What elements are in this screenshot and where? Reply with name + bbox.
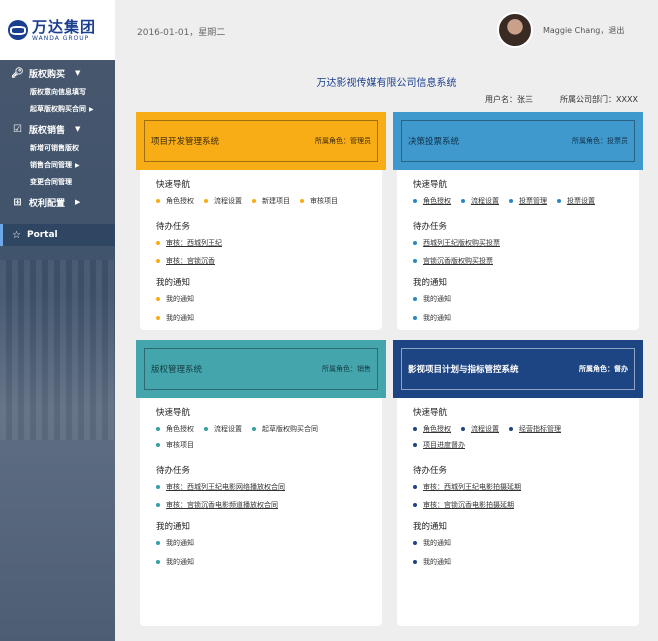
notice-item[interactable]: 我的通知: [413, 313, 625, 323]
logo[interactable]: 万达集团 WANDA GROUP: [0, 0, 115, 60]
notice-item[interactable]: 我的通知: [156, 538, 368, 548]
nav-link[interactable]: 角色授权: [413, 196, 451, 206]
system-card-project-dev: 项目开发管理系统 所属角色：管理员 快速导航 角色授权 流程设置 新建项目 审核…: [136, 112, 386, 330]
nav-link[interactable]: 流程设置: [204, 196, 242, 206]
notice-item[interactable]: 我的通知: [156, 294, 368, 304]
nav-link[interactable]: 投票设置: [557, 196, 595, 206]
card-title: 决策投票系统: [408, 137, 460, 147]
nav-link[interactable]: 审核项目: [300, 196, 338, 206]
todo-item[interactable]: 西城列王纪版权购买投票: [413, 238, 625, 248]
nav-link[interactable]: 起草版权购买合同: [252, 424, 318, 434]
quick-nav-title: 快速导航: [156, 408, 191, 418]
todo-item[interactable]: 审核：西城列王纪电影拍摄延期: [413, 482, 625, 492]
card-role: 所属角色：投票员: [572, 137, 628, 145]
chevron-right-icon: ▶: [75, 162, 80, 169]
sidebar-item-change-contracts[interactable]: 变更合同管理: [0, 174, 115, 191]
todo-title: 待办任务: [413, 466, 448, 476]
todo-item[interactable]: 审核：西城列王纪电影网络播放权合同: [156, 482, 368, 492]
nav-link[interactable]: 项目进度督办: [413, 440, 465, 450]
department-label: 所属公司部门：XXXX: [560, 95, 638, 104]
quick-nav-title: 快速导航: [413, 180, 448, 190]
card-role: 所属角色：管理员: [315, 137, 371, 145]
notice-title: 我的通知: [413, 278, 448, 288]
notice-item[interactable]: 我的通知: [413, 557, 625, 567]
todo-item[interactable]: 宫锁沉香版权购买投票: [413, 256, 625, 266]
key-icon: 🔑︎: [11, 67, 24, 79]
sidebar-item-add-saleable[interactable]: 新增可销售版权: [0, 140, 115, 157]
todo-item[interactable]: 审核：西城列王纪: [156, 238, 368, 248]
chevron-right-icon: ▶: [75, 198, 81, 206]
notice-item[interactable]: 我的通知: [413, 294, 625, 304]
sidebar-group-copyright-sales[interactable]: ☑ 版权销售 ▼: [0, 118, 115, 140]
card-header[interactable]: 版权管理系统 所属角色：销售: [136, 340, 386, 398]
card-role: 所属角色：销售: [322, 365, 371, 373]
card-title: 项目开发管理系统: [151, 137, 220, 147]
nav-link[interactable]: 投票管理: [509, 196, 547, 206]
chevron-right-icon: ▶: [89, 106, 94, 113]
sidebar: 🔑︎ 版权购买 ▼ 版权意向信息填写 起草版权购买合同 ▶ ☑ 版权销售 ▼ 新增…: [0, 60, 115, 641]
star-icon: ☆: [12, 229, 21, 241]
notice-title: 我的通知: [156, 522, 191, 532]
sidebar-item-draft-purchase-contract[interactable]: 起草版权购买合同 ▶: [0, 101, 115, 118]
nav-link[interactable]: 经营指标管理: [509, 424, 561, 434]
notice-item[interactable]: 我的通知: [156, 557, 368, 567]
card-header[interactable]: 项目开发管理系统 所属角色：管理员: [136, 112, 386, 170]
card-title: 版权管理系统: [151, 365, 203, 375]
current-date: 2016-01-01，星期二: [137, 28, 226, 38]
quick-nav-title: 快速导航: [156, 180, 191, 190]
chevron-down-icon: ▼: [75, 69, 81, 77]
username-label: 用户名：张三: [485, 95, 533, 104]
sidebar-group-copyright-purchase[interactable]: 🔑︎ 版权购买 ▼: [0, 62, 115, 84]
system-card-copyright: 版权管理系统 所属角色：销售 快速导航 角色授权 流程设置 起草版权购买合同 审…: [136, 340, 386, 626]
checkbox-icon: ☑: [13, 123, 22, 135]
grid-icon: ⊞: [13, 196, 22, 208]
nav-link[interactable]: 流程设置: [204, 424, 242, 434]
todo-item[interactable]: 审核：宫锁沉香: [156, 256, 368, 266]
system-card-film-planning: 影视项目计划与指标管控系统 所属角色：督办 快速导航 角色授权 流程设置 经营指…: [393, 340, 643, 626]
todo-title: 待办任务: [156, 222, 191, 232]
card-header[interactable]: 决策投票系统 所属角色：投票员: [393, 112, 643, 170]
todo-title: 待办任务: [156, 466, 191, 476]
notice-title: 我的通知: [413, 522, 448, 532]
page-title: 万达影视传媒有限公司信息系统: [316, 78, 457, 89]
main-content: 万达影视传媒有限公司信息系统 用户名：张三 所属公司部门：XXXX 项目开发管理…: [115, 60, 658, 641]
todo-item[interactable]: 审核：宫锁沉香电影频道播放权合同: [156, 500, 368, 510]
sidebar-item-intent-info[interactable]: 版权意向信息填写: [0, 84, 115, 101]
notice-item[interactable]: 我的通知: [413, 538, 625, 548]
user-logout-link[interactable]: Maggie Chang，退出: [543, 25, 624, 36]
card-role: 所属角色：督办: [579, 365, 628, 373]
nav-link[interactable]: 流程设置: [461, 424, 499, 434]
nav-link[interactable]: 角色授权: [156, 424, 194, 434]
wanda-logo-icon: [8, 20, 28, 40]
nav-link[interactable]: 审核项目: [156, 440, 194, 450]
notice-item[interactable]: 我的通知: [156, 313, 368, 323]
avatar[interactable]: [497, 12, 533, 48]
todo-title: 待办任务: [413, 222, 448, 232]
sidebar-group-rights-config[interactable]: ⊞ 权利配置 ▶: [0, 191, 115, 213]
nav-link[interactable]: 角色授权: [156, 196, 194, 206]
logo-subname: WANDA GROUP: [32, 34, 90, 42]
notice-title: 我的通知: [156, 278, 191, 288]
system-card-voting: 决策投票系统 所属角色：投票员 快速导航 角色授权 流程设置 投票管理 投票设置…: [393, 112, 643, 330]
card-header[interactable]: 影视项目计划与指标管控系统 所属角色：督办: [393, 340, 643, 398]
chevron-down-icon: ▼: [75, 125, 81, 133]
logo-name: 万达集团: [32, 17, 97, 36]
sidebar-item-portal[interactable]: ☆ Portal: [0, 224, 115, 246]
quick-nav-title: 快速导航: [413, 408, 448, 418]
nav-link[interactable]: 新建项目: [252, 196, 290, 206]
nav-link[interactable]: 流程设置: [461, 196, 499, 206]
sidebar-item-sales-contracts[interactable]: 销售合同管理 ▶: [0, 157, 115, 174]
nav-link[interactable]: 角色授权: [413, 424, 451, 434]
top-header: 2016-01-01，星期二 Maggie Chang，退出: [115, 0, 658, 60]
todo-item[interactable]: 审核：宫锁沉香电影拍摄延期: [413, 500, 625, 510]
card-title: 影视项目计划与指标管控系统: [408, 365, 519, 375]
